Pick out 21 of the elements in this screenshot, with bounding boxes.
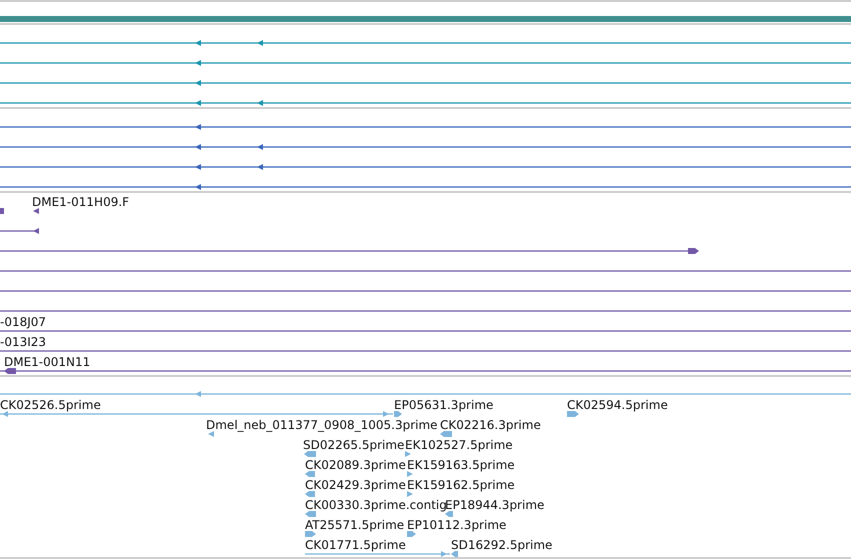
feature-label: CK02089.3prime <box>305 458 406 472</box>
feature-label: SD16292.5prime <box>451 538 552 552</box>
feature-label: EK102527.5prime <box>405 438 513 452</box>
feature-label: CK02429.3prime <box>305 478 406 492</box>
feature-label: CK01771.5prime <box>305 538 406 552</box>
feature-label: CK02526.5prime <box>0 398 101 412</box>
feature-label: -018J07 <box>0 315 46 329</box>
feature-label: AT25571.5prime <box>305 518 404 532</box>
feature-label: CK02594.5prime <box>567 398 668 412</box>
feature-label: EP05631.3prime <box>394 398 494 412</box>
feature-label: EK159163.5prime <box>407 458 515 472</box>
feature-label: Dmel_neb_011377_0908_1005.3prime <box>206 418 438 432</box>
feature-label: EP10112.3prime <box>407 518 506 532</box>
feature-label: EP18944.3prime <box>445 498 544 512</box>
feature-label: DME1-001N11 <box>4 355 90 369</box>
feature-label: -013I23 <box>0 335 46 349</box>
feature-label: EK159162.5prime <box>407 478 515 492</box>
feature-label: DME1-011H09.F <box>32 195 130 209</box>
feature-label: CK00330.3prime.contig <box>305 498 447 512</box>
feature-label: SD02265.5prime <box>303 438 404 452</box>
feature-label: CK02216.3prime <box>440 418 541 432</box>
